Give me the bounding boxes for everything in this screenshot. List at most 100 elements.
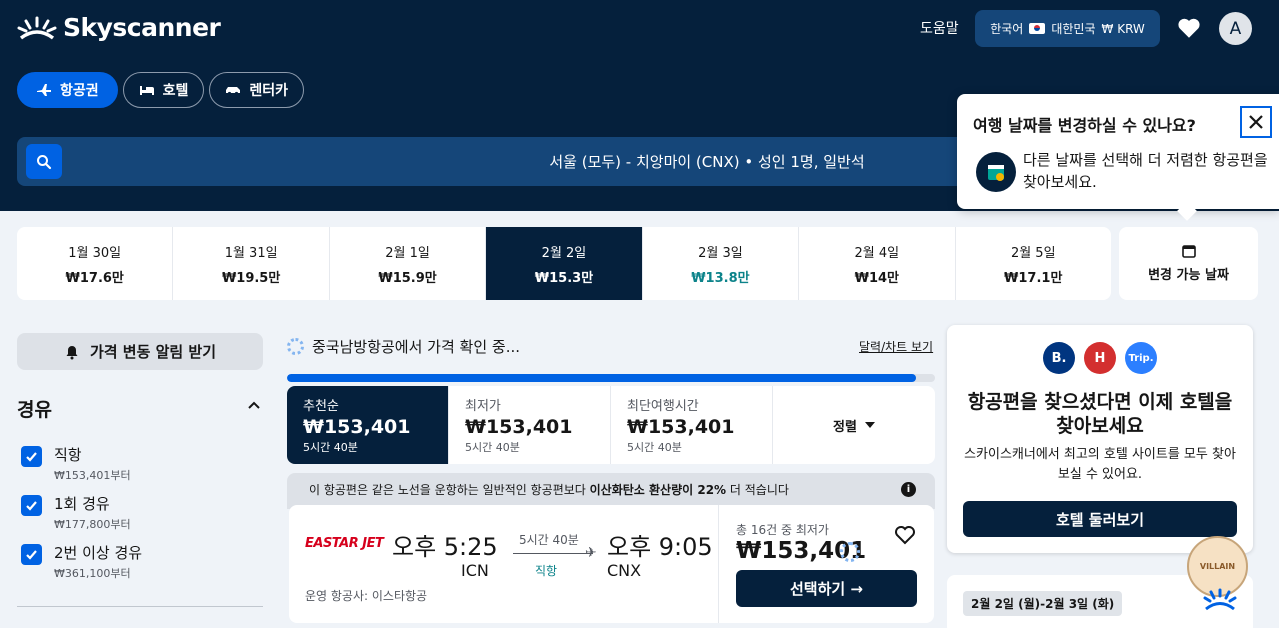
plane-small-icon: ✈ — [585, 545, 597, 561]
booking-logo-icon: B. — [1043, 342, 1075, 374]
sort-tab-duration: 5시간 40분 — [303, 441, 358, 454]
trip-logo-icon: Trip. — [1125, 342, 1157, 374]
popover-body: 다른 날짜를 선택해 더 저렴한 항공편을 찾아보세요. — [1023, 149, 1279, 193]
sort-label: 정렬 — [833, 419, 857, 435]
sunburst-icon — [17, 16, 57, 39]
date-option[interactable]: 2월 1일 ₩15.9만 — [330, 227, 487, 300]
sort-tab-title: 최단여행시간 — [627, 399, 699, 414]
caret-down-icon — [864, 422, 875, 428]
date-label: 1월 31일 — [224, 245, 278, 261]
stop-label: 2번 이상 경유 — [54, 544, 143, 562]
date-option-cheapest[interactable]: 2월 3일 ₩13.8만 — [643, 227, 800, 300]
brand-name: Skyscanner — [63, 13, 221, 42]
sort-tab-cheapest[interactable]: 최저가 ₩153,401 5시간 40분 — [449, 386, 611, 464]
eco-text-prefix: 이 항공편은 같은 노선을 운항하는 일반적인 항공편보다 — [309, 483, 590, 497]
date-option[interactable]: 1월 30일 ₩17.6만 — [17, 227, 174, 300]
currency-label: ₩ KRW — [1101, 21, 1145, 36]
hotel-promo-title: 항공편을 찾으셨다면 이제 호텔을 찾아보세요 — [967, 391, 1233, 437]
change-dates-popover: 여행 날짜를 변경하실 수 있나요? 다른 날짜를 선택해 더 저렴한 항공편을… — [957, 94, 1279, 209]
vertical-tabs: 항공권 호텔 렌터카 — [17, 72, 305, 108]
calendar-chart-link[interactable]: 달력/차트 보기 — [859, 338, 933, 355]
date-option[interactable]: 1월 31일 ₩19.5만 — [173, 227, 330, 300]
sort-tab-best[interactable]: 추천순 ₩153,401 5시간 40분 — [287, 386, 449, 464]
sort-tab-title: 추천순 — [303, 399, 339, 414]
sort-tab-price: ₩153,401 — [627, 416, 735, 438]
checkbox-checked[interactable] — [21, 495, 42, 516]
date-price: ₩15.3만 — [534, 270, 594, 286]
check-icon — [26, 501, 37, 511]
plane-icon — [37, 84, 51, 96]
hotel-promo-description: 스카이스캐너에서 최고의 호텔 사이트를 모두 찾아보실 수 있어요. — [964, 447, 1236, 482]
country-label: 대한민국 — [1051, 22, 1096, 36]
info-icon[interactable]: i — [901, 482, 916, 497]
departure-time: 오후 5:25 — [392, 533, 498, 561]
stop-filter-one-stop[interactable]: 1회 경유 ₩177,800부터 — [21, 495, 131, 532]
date-option-selected[interactable]: 2월 2일 ₩15.3만 — [486, 227, 643, 300]
price-loading-spinner-icon — [840, 542, 860, 562]
tab-flights[interactable]: 항공권 — [17, 72, 118, 108]
eco-text-highlight: 이산화탄소 환산량이 22% — [589, 483, 727, 497]
date-label: 2월 1일 — [385, 245, 430, 261]
airline-logo: EASTAR JET — [305, 536, 384, 551]
date-option[interactable]: 2월 4일 ₩14만 — [799, 227, 956, 300]
select-flight-button[interactable]: 선택하기 → — [736, 570, 917, 607]
price-alert-button[interactable]: 가격 변동 알림 받기 — [17, 333, 263, 370]
sort-tab-fastest[interactable]: 최단여행시간 ₩153,401 5시간 40분 — [611, 386, 773, 464]
stops-filter-title: 경유 — [17, 399, 52, 421]
stop-min-price: ₩177,800부터 — [54, 518, 131, 531]
popover-close-button[interactable] — [1240, 106, 1272, 138]
korea-flag-icon — [1029, 23, 1046, 34]
stop-min-price: ₩361,100부터 — [54, 567, 131, 580]
skyscanner-sunburst-icon — [1203, 588, 1237, 611]
sort-dropdown[interactable]: 정렬 — [773, 386, 935, 464]
calendar-badge-icon — [988, 165, 1004, 181]
tab-hotels[interactable]: 호텔 — [122, 72, 205, 108]
user-avatar[interactable]: A — [1219, 12, 1252, 45]
date-option[interactable]: 2월 5일 ₩17.1만 — [956, 227, 1111, 300]
favorites-heart-icon[interactable] — [1176, 15, 1202, 41]
date-price: ₩14만 — [854, 270, 900, 286]
tab-flights-label: 항공권 — [60, 83, 99, 99]
stop-label: 1회 경유 — [54, 495, 110, 513]
stop-min-price: ₩153,401부터 — [54, 469, 131, 482]
sort-tab-duration: 5시간 40분 — [465, 441, 520, 454]
hotel-brand-logos: B. H Trip. — [1043, 342, 1157, 374]
popover-title: 여행 날짜를 변경하실 수 있나요? — [973, 116, 1196, 135]
loading-text: 중국남방항공에서 가격 확인 중... — [312, 338, 521, 356]
close-icon — [1249, 115, 1263, 129]
date-price: ₩17.6만 — [65, 270, 124, 286]
bed-icon — [139, 86, 154, 95]
checkbox-checked[interactable] — [21, 544, 42, 565]
checkbox-checked[interactable] — [21, 446, 42, 467]
calendar-icon — [1181, 245, 1196, 258]
chevron-up-icon[interactable] — [246, 398, 262, 414]
tab-car-hire[interactable]: 렌터카 — [209, 72, 305, 108]
car-icon — [226, 87, 241, 96]
sort-tab-price: ₩153,401 — [303, 416, 411, 438]
date-price: ₩13.8만 — [691, 270, 750, 286]
browse-hotels-button[interactable]: 호텔 둘러보기 — [963, 501, 1237, 537]
date-label: 2월 2일 — [541, 245, 587, 261]
date-price: ₩17.1만 — [1004, 270, 1063, 286]
skyscanner-logo[interactable]: Skyscanner — [17, 13, 221, 42]
arrival-airport: CNX — [607, 561, 642, 580]
locale-selector[interactable]: 한국어 대한민국 ₩ KRW — [975, 10, 1160, 47]
tip-date-range: 2월 2일 (월)-2월 3일 (화) — [963, 591, 1123, 616]
flight-duration: 5시간 40분 — [519, 533, 579, 547]
flexible-dates-button[interactable]: 변경 가능 날짜 — [1119, 227, 1258, 300]
route-line — [513, 553, 593, 554]
help-link[interactable]: 도움말 — [920, 18, 959, 38]
sort-tabs: 추천순 ₩153,401 5시간 40분 최저가 ₩153,401 5시간 40… — [287, 386, 935, 464]
stops-label: 직항 — [535, 564, 558, 578]
arrival-time: 오후 9:05 — [607, 533, 713, 561]
date-label: 2월 4일 — [854, 245, 900, 261]
flight-result-card[interactable]: EASTAR JET 오후 5:25 ICN 5시간 40분 ✈ 직항 오후 9… — [289, 505, 934, 623]
sort-tab-title: 최저가 — [465, 399, 501, 414]
eco-text-suffix: 더 적습니다 — [726, 483, 789, 497]
stop-filter-direct[interactable]: 직항 ₩153,401부터 — [21, 446, 131, 483]
save-heart-icon[interactable] — [893, 523, 917, 547]
date-label: 1월 30일 — [68, 245, 122, 261]
eco-notice: 이 항공편은 같은 노선을 운항하는 일반적인 항공편보다 이산화탄소 환산량이… — [287, 473, 935, 509]
check-icon — [26, 550, 37, 560]
stop-filter-two-plus[interactable]: 2번 이상 경유 ₩361,100부터 — [21, 544, 142, 581]
